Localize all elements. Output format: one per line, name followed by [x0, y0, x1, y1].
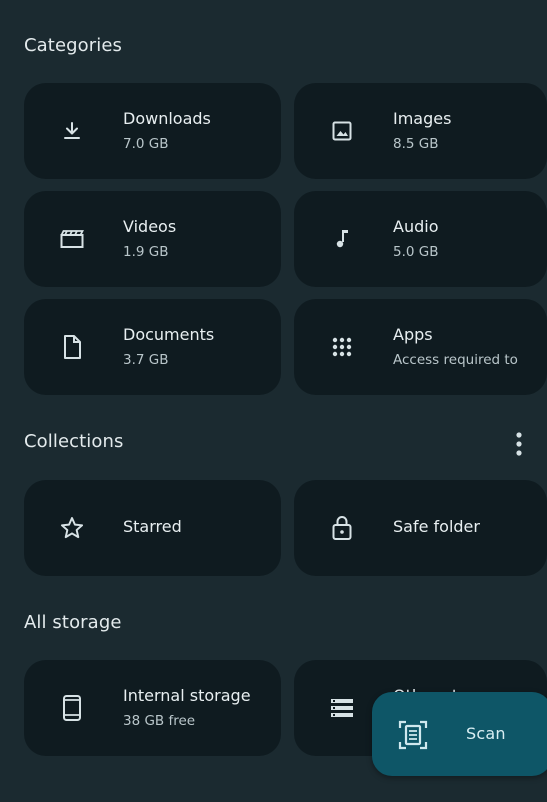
category-videos[interactable]: Videos 1.9 GB: [24, 191, 281, 287]
category-size: 8.5 GB: [393, 136, 439, 152]
storage-list-icon: [328, 694, 356, 722]
storage-label: Internal storage: [123, 686, 251, 705]
categories-heading: Categories: [24, 35, 123, 56]
scan-label: Scan: [466, 724, 506, 743]
category-label: Videos: [123, 217, 177, 236]
collection-safe-folder[interactable]: Safe folder: [294, 480, 547, 576]
category-label: Downloads: [123, 109, 211, 128]
category-label: Images: [393, 109, 452, 128]
category-size: 7.0 GB: [123, 136, 169, 152]
category-size: Access required to: [393, 352, 518, 368]
star-icon: [58, 514, 86, 542]
download-icon: [58, 117, 86, 145]
category-images[interactable]: Images 8.5 GB: [294, 83, 547, 179]
collection-label: Safe folder: [393, 517, 480, 536]
storage-internal[interactable]: Internal storage 38 GB free: [24, 660, 281, 756]
lock-icon: [328, 514, 356, 542]
category-label: Audio: [393, 217, 439, 236]
collection-label: Starred: [123, 517, 182, 536]
all-storage-heading: All storage: [24, 612, 122, 633]
video-clapper-icon: [58, 225, 86, 253]
document-icon: [58, 333, 86, 361]
category-size: 1.9 GB: [123, 244, 169, 260]
category-label: Apps: [393, 325, 433, 344]
category-documents[interactable]: Documents 3.7 GB: [24, 299, 281, 395]
category-apps[interactable]: Apps Access required to: [294, 299, 547, 395]
more-vert-icon: [516, 432, 522, 456]
collections-heading: Collections: [24, 431, 124, 452]
category-audio[interactable]: Audio 5.0 GB: [294, 191, 547, 287]
document-scan-icon: [396, 718, 430, 752]
storage-free: 38 GB free: [123, 713, 196, 729]
apps-grid-icon: [328, 333, 356, 361]
image-icon: [328, 117, 356, 145]
scan-fab-button[interactable]: Scan: [372, 692, 547, 776]
category-label: Documents: [123, 325, 215, 344]
more-options-button[interactable]: [507, 428, 531, 460]
category-size: 5.0 GB: [393, 244, 439, 260]
music-note-icon: [328, 225, 356, 253]
category-downloads[interactable]: Downloads 7.0 GB: [24, 83, 281, 179]
collection-starred[interactable]: Starred: [24, 480, 281, 576]
category-size: 3.7 GB: [123, 352, 169, 368]
phone-icon: [58, 694, 86, 722]
